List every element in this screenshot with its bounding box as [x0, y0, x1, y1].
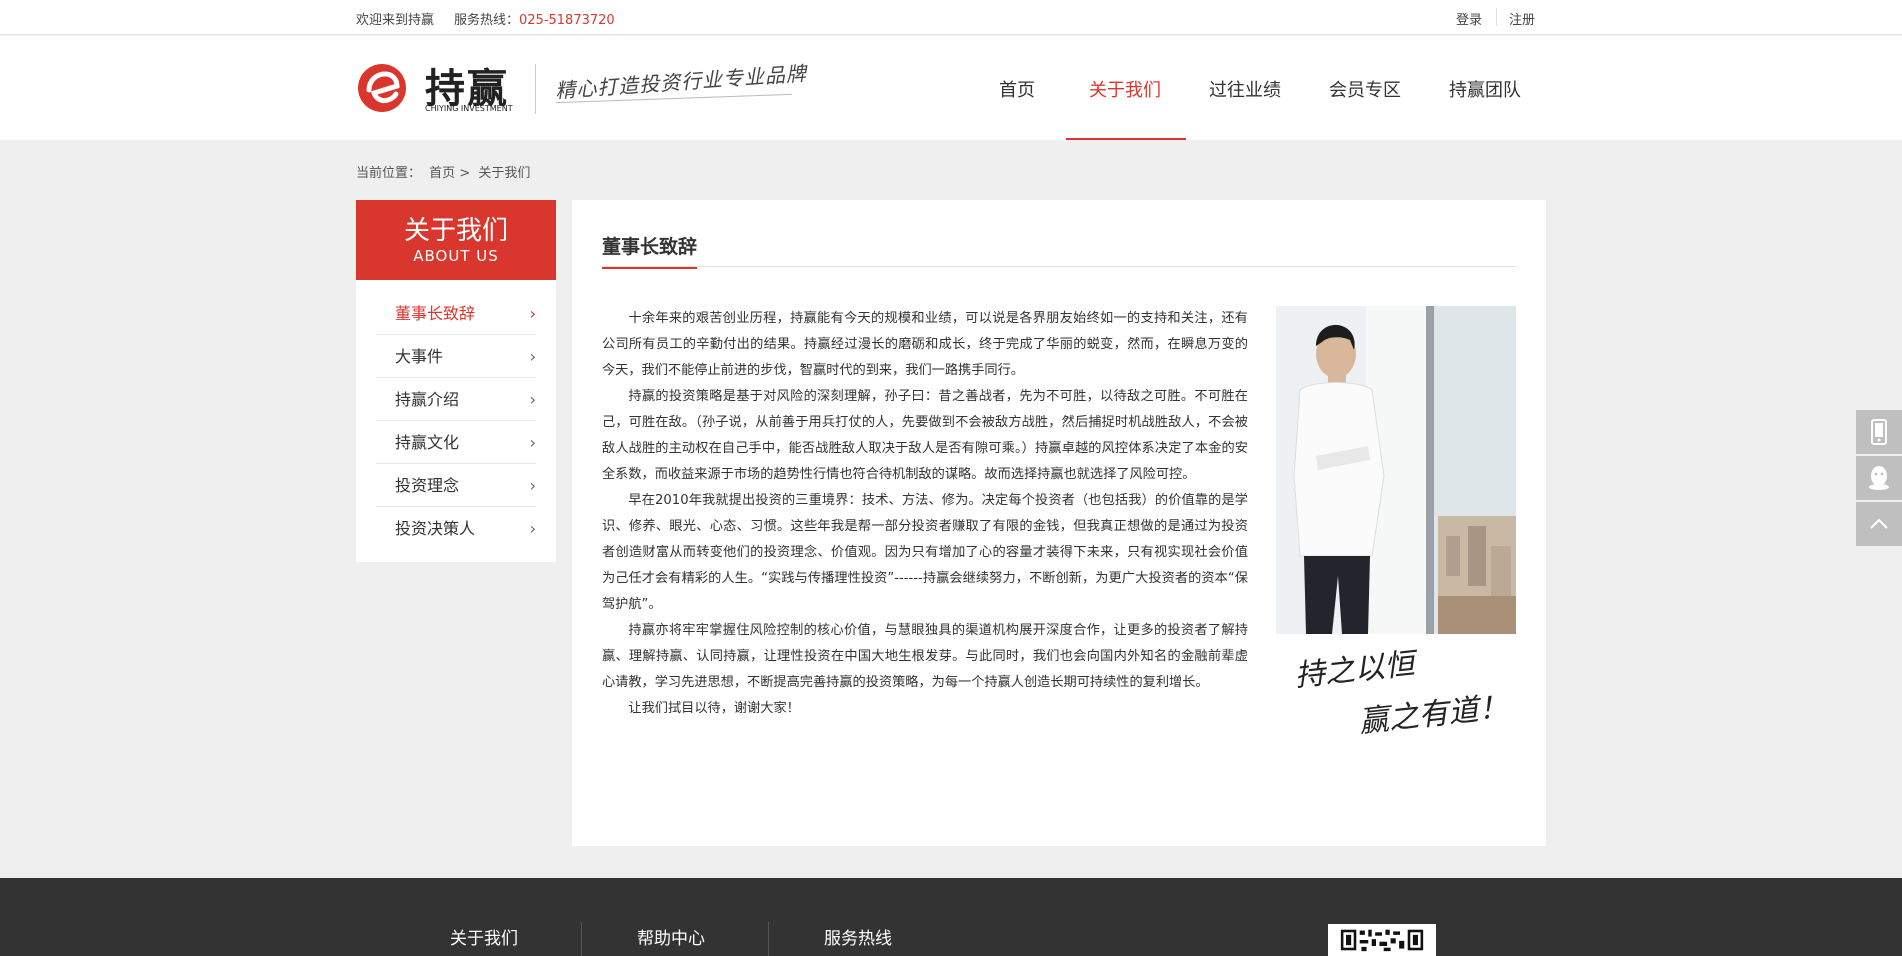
- signature-line2: 赢之有道！: [1357, 689, 1510, 739]
- chevron-right-icon: ›: [529, 390, 536, 409]
- logo-english: CHIYING INVESTMENT: [425, 104, 513, 113]
- qq-icon: [1869, 466, 1889, 490]
- sidebar-item-chairman-message[interactable]: 董事长致辞 ›: [376, 292, 536, 335]
- chevron-right-icon: ›: [529, 304, 536, 323]
- floating-toolbar: [1856, 410, 1902, 548]
- paragraph: 早在2010年我就提出投资的三重境界：技术、方法、修为。决定每个投资者（也包括我…: [602, 493, 1248, 612]
- sidebar-title-en: ABOUT US: [413, 247, 499, 265]
- paragraph: 持赢的投资策略是基于对风险的深刻理解，孙子曰：昔之善战者，先为不可胜，以待敌之可…: [602, 389, 1248, 482]
- paragraph: 让我们拭目以待，谢谢大家！: [628, 701, 800, 716]
- chevron-right-icon: ›: [529, 476, 536, 495]
- login-link[interactable]: 登录: [1456, 9, 1482, 28]
- breadcrumb-current[interactable]: 关于我们: [478, 166, 530, 181]
- site-footer: 关于我们 帮助中心 服务热线: [0, 878, 1902, 956]
- hotline-label: 服务热线：: [454, 13, 520, 28]
- nav-active-indicator: [1066, 138, 1186, 140]
- mobile-icon: [1871, 419, 1887, 445]
- sidebar-item-label: 持赢介绍: [395, 390, 460, 409]
- breadcrumb-home[interactable]: 首页: [429, 166, 455, 181]
- sidebar-header: 关于我们 ABOUT US: [356, 200, 556, 280]
- back-to-top-button[interactable]: [1856, 502, 1902, 546]
- footer-divider: [581, 922, 582, 956]
- footer-link-hotline[interactable]: 服务热线: [824, 924, 892, 949]
- title-divider: [602, 266, 1516, 267]
- mobile-button[interactable]: [1856, 410, 1902, 454]
- nav-team[interactable]: 持赢团队: [1449, 76, 1521, 102]
- sidebar-title: 关于我们: [403, 216, 508, 246]
- paragraph: 十余年来的艰苦创业历程，持赢能有今天的规模和业绩，可以说是各界朋友始终如一的支持…: [602, 311, 1248, 378]
- chevron-right-icon: ›: [529, 347, 536, 366]
- sidebar-item-label: 董事长致辞: [395, 304, 476, 323]
- register-link[interactable]: 注册: [1509, 9, 1535, 28]
- main-content: 董事长致辞 十余年来的艰苦创业历程，持赢能有今天的规模和业绩，可以说是各界朋友始…: [572, 200, 1546, 846]
- chairman-message: 十余年来的艰苦创业历程，持赢能有今天的规模和业绩，可以说是各界朋友始终如一的支持…: [602, 306, 1248, 722]
- footer-link-help[interactable]: 帮助中心: [637, 924, 705, 949]
- signature-image: 持之以恒 赢之有道！: [1293, 646, 1510, 740]
- sidebar-item-introduction[interactable]: 持赢介绍 ›: [376, 378, 536, 421]
- sidebar-item-label: 投资决策人: [395, 519, 476, 538]
- logo-divider: [535, 64, 536, 114]
- sidebar-item-philosophy[interactable]: 投资理念 ›: [376, 464, 536, 507]
- sidebar-item-events[interactable]: 大事件 ›: [376, 335, 536, 378]
- nav-about[interactable]: 关于我们: [1089, 76, 1161, 102]
- page-title: 董事长致辞: [602, 232, 698, 269]
- qq-button[interactable]: [1856, 456, 1902, 500]
- footer-divider: [768, 922, 769, 956]
- top-bar: 欢迎来到持赢 服务热线：025-51873720 登录 注册: [0, 0, 1902, 35]
- service-hotline: 服务热线：025-51873720: [454, 9, 615, 28]
- qr-code-icon: [1328, 924, 1436, 956]
- site-header: 持赢 CHIYING INVESTMENT 精心打造投资行业专业品牌 首页 关于…: [0, 36, 1902, 140]
- back-to-top-icon: [1870, 518, 1888, 529]
- sidebar-item-label: 投资理念: [395, 476, 460, 495]
- chevron-right-icon: ›: [529, 433, 536, 452]
- nav-home[interactable]: 首页: [999, 76, 1035, 102]
- footer-link-about[interactable]: 关于我们: [450, 924, 518, 949]
- sidebar-menu: 董事长致辞 › 大事件 › 持赢介绍 › 持赢文化 › 投资理念 › 投资决策人 ›: [356, 280, 556, 550]
- breadcrumb-separator: >: [459, 166, 471, 181]
- chairman-photo: [1276, 306, 1516, 634]
- sidebar-item-decision-makers[interactable]: 投资决策人 ›: [376, 507, 536, 550]
- sidebar: 关于我们 ABOUT US 董事长致辞 › 大事件 › 持赢介绍 › 持赢文化 › 投资…: [356, 200, 556, 562]
- paragraph: 持赢亦将牢牢掌握住风险控制的核心价值，与慧眼独具的渠道机构展开深度合作，让更多的…: [602, 623, 1248, 690]
- topbar-divider: [1496, 8, 1497, 26]
- hotline-number: 025-51873720: [519, 13, 615, 28]
- nav-performance[interactable]: 过往业绩: [1209, 76, 1281, 102]
- welcome-text: 欢迎来到持赢: [356, 13, 435, 28]
- sidebar-item-culture[interactable]: 持赢文化 ›: [376, 421, 536, 464]
- breadcrumb: 当前位置： 首页 > 关于我们: [356, 162, 530, 181]
- logo-e-icon[interactable]: [356, 62, 408, 114]
- signature-line1: 持之以恒: [1293, 646, 1421, 694]
- sidebar-item-label: 持赢文化: [395, 433, 460, 452]
- chevron-right-icon: ›: [529, 519, 536, 538]
- nav-members[interactable]: 会员专区: [1329, 76, 1401, 102]
- breadcrumb-label: 当前位置：: [356, 166, 422, 181]
- sidebar-item-label: 大事件: [395, 347, 444, 366]
